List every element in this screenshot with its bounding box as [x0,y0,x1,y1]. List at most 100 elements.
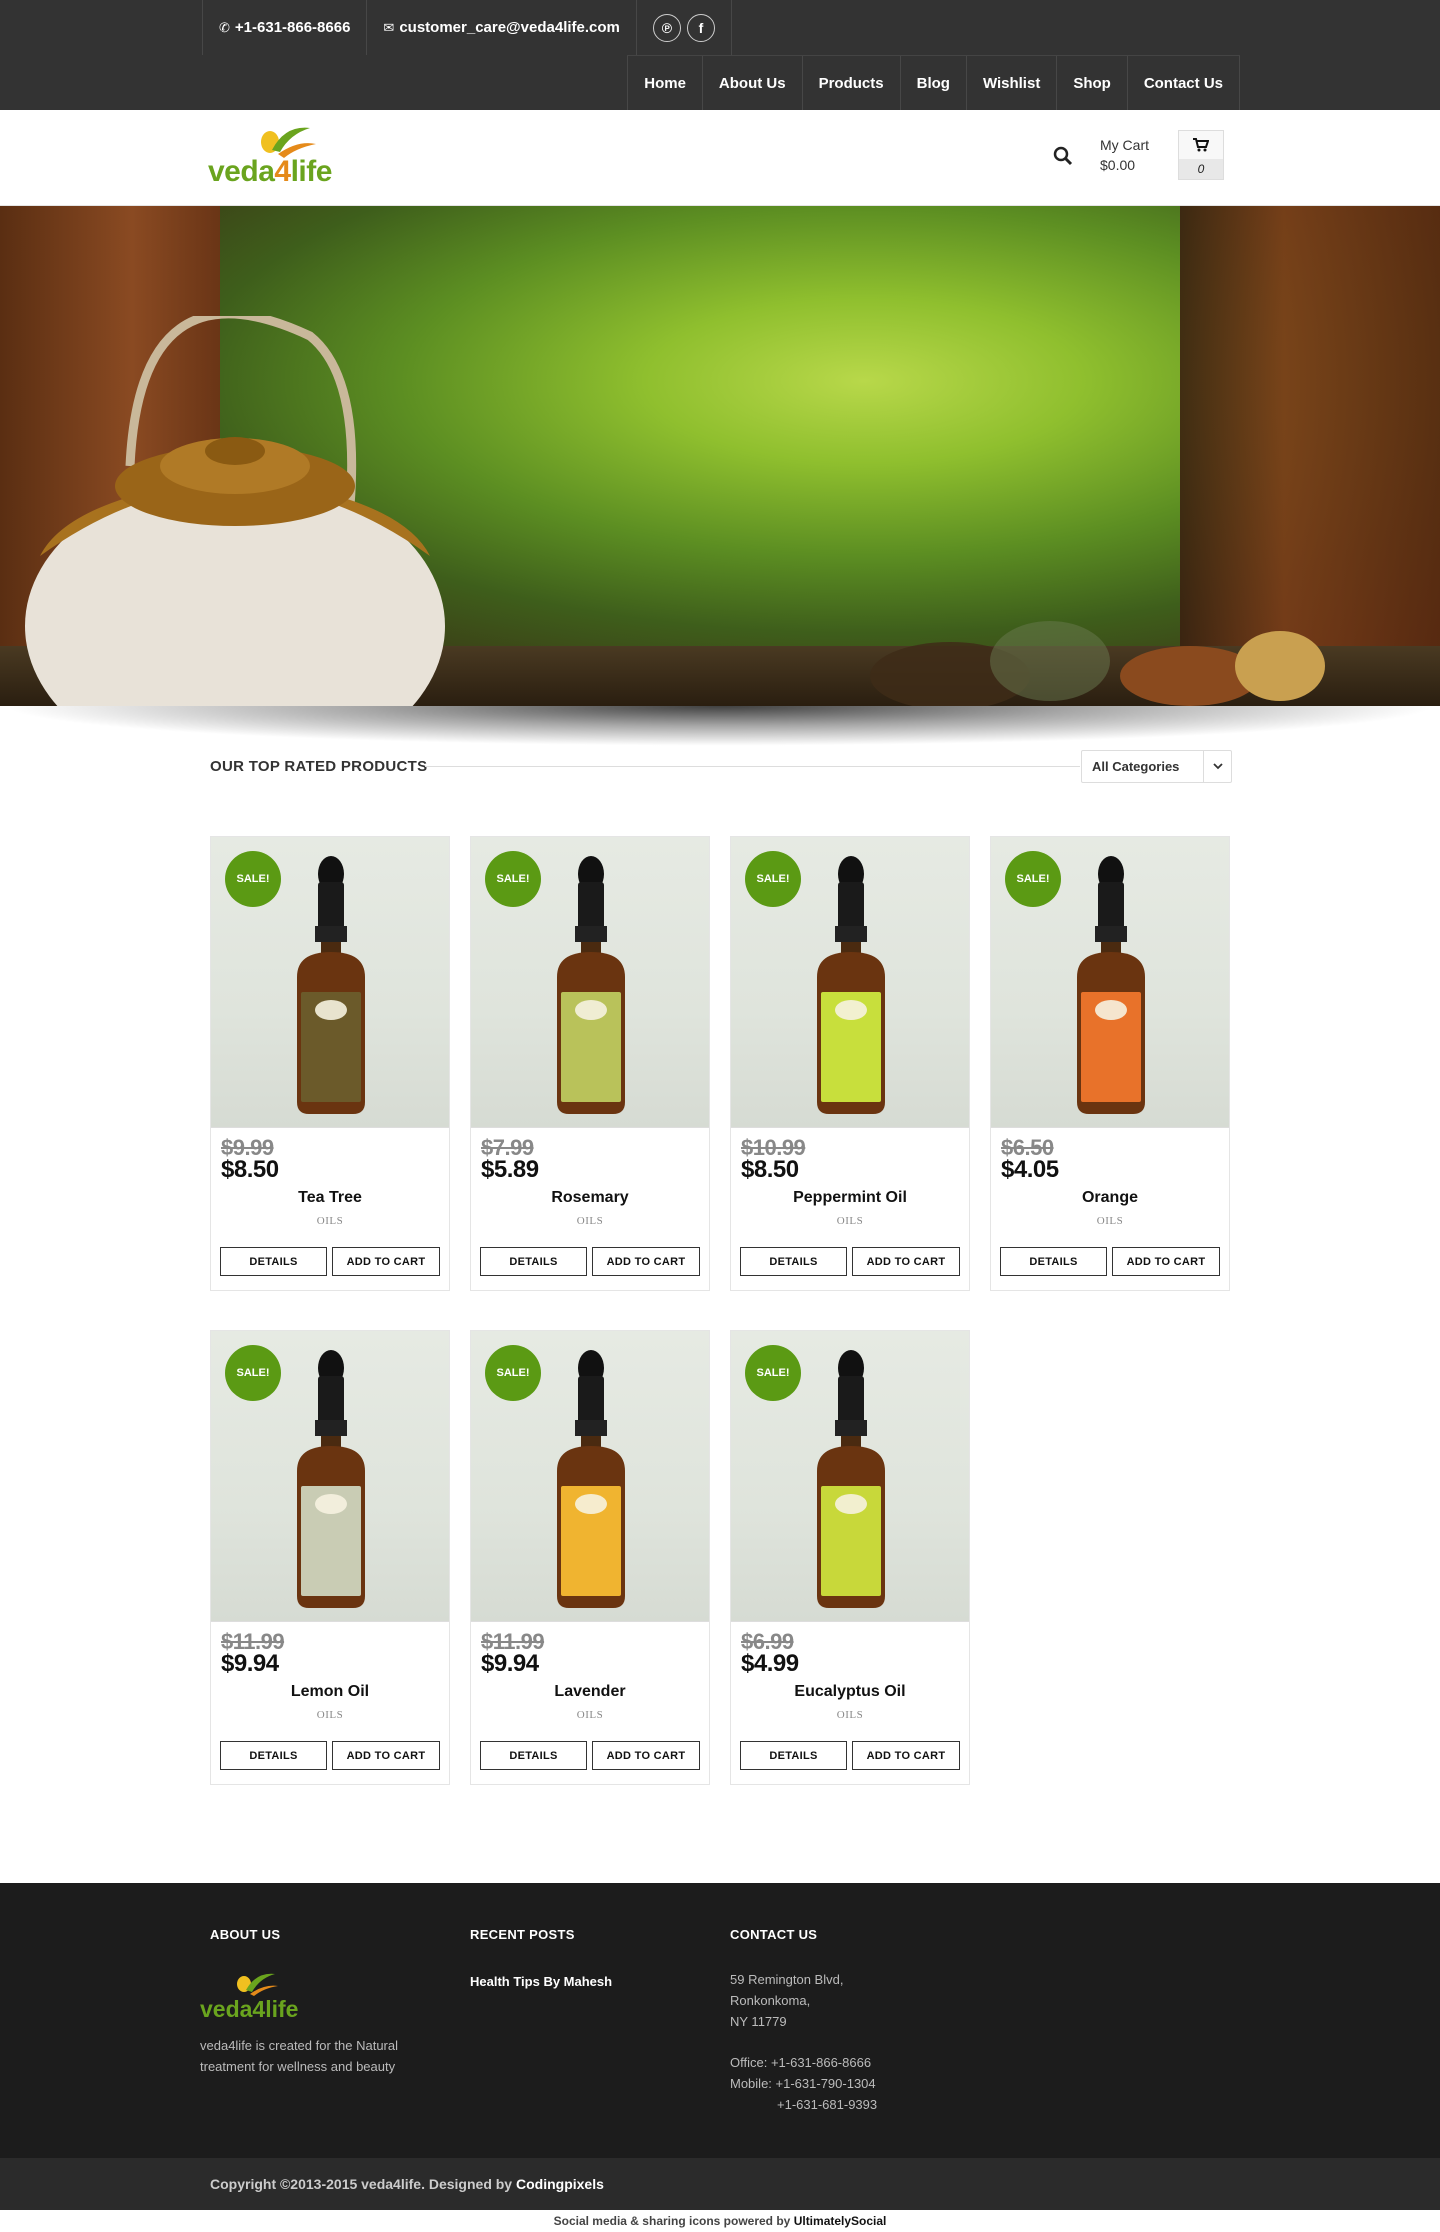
footer-logo-text: veda4life [200,1996,299,2022]
oil-bottle-image [557,856,625,1114]
mini-cart[interactable]: My Cart $0.00 [1100,135,1149,175]
sale-price: $9.94 [221,1650,279,1677]
sale-badge: SALE! [485,1345,541,1401]
product-name[interactable]: Eucalyptus Oil [731,1683,969,1701]
sale-price: $8.50 [741,1156,799,1183]
hero-banner [0,206,1440,706]
add-to-cart-button[interactable]: ADD TO CART [852,1247,960,1276]
product-category[interactable]: OILS [471,1215,709,1227]
sale-price: $8.50 [221,1156,279,1183]
nav-wishlist[interactable]: Wishlist [965,56,1056,110]
nav-blog[interactable]: Blog [899,56,966,110]
product-name[interactable]: Orange [991,1189,1229,1207]
product-name[interactable]: Lavender [471,1683,709,1701]
recent-post-link[interactable]: Health Tips By Mahesh [470,1974,612,1989]
nav-home[interactable]: Home [627,56,702,110]
clay-pot-image [25,316,445,706]
cart-icon [1193,138,1209,152]
cart-total: $0.00 [1100,157,1136,173]
details-button[interactable]: DETAILS [480,1741,587,1770]
address-line-2: Ronkonkoma, [730,1993,811,2008]
details-button[interactable]: DETAILS [740,1247,847,1276]
add-to-cart-button[interactable]: ADD TO CART [592,1247,700,1276]
add-to-cart-button[interactable]: ADD TO CART [852,1741,960,1770]
logo-text: veda4life [208,155,332,188]
nav-about-us[interactable]: About Us [701,56,802,110]
sale-price: $9.94 [481,1650,539,1677]
product-image[interactable]: SALE! [211,1331,449,1622]
social-links: ℗ f [635,0,732,55]
email-contact[interactable]: ✉ customer_care@veda4life.com [366,0,635,55]
product-category[interactable]: OILS [731,1215,969,1227]
product-card[interactable]: SALE! $9.99 $8.50 Tea Tree OILS DETAILS ADD TO… [210,836,450,1291]
mobile-phone: Mobile: +1-631-790-1304 [730,2076,876,2091]
footer-about-title: ABOUT US [210,1927,281,1942]
powered-link[interactable]: UltimatelySocial [794,2214,887,2228]
product-image[interactable]: SALE! [991,837,1229,1128]
details-button[interactable]: DETAILS [740,1741,847,1770]
product-category[interactable]: OILS [991,1215,1229,1227]
product-card[interactable]: SALE! $11.99 $9.94 Lavender OILS DETAILS ADD T… [470,1330,710,1785]
product-category[interactable]: OILS [211,1709,449,1721]
product-category[interactable]: OILS [211,1215,449,1227]
add-to-cart-button[interactable]: ADD TO CART [332,1247,440,1276]
footer-contact-title: CONTACT US [730,1927,818,1942]
facebook-icon[interactable]: f [686,13,715,42]
chevron-down-icon [1203,751,1231,782]
product-card[interactable]: SALE! $6.99 $4.99 Eucalyptus Oil OILS DETAILS… [730,1330,970,1785]
search-icon[interactable] [1052,145,1074,167]
add-to-cart-button[interactable]: ADD TO CART [1112,1247,1220,1276]
product-image[interactable]: SALE! [731,837,969,1128]
phone-contact[interactable]: ✆ +1-631-866-8666 [202,0,366,55]
category-select[interactable]: All Categories [1081,750,1232,783]
footer-about-text-2: treatment for wellness and beauty [200,2059,396,2074]
logo-mark-icon [237,1973,278,1996]
phone-number: +1-631-866-8666 [234,19,351,36]
cart-count: 0 [1179,159,1223,179]
details-button[interactable]: DETAILS [220,1741,327,1770]
powered-text: Social media & sharing icons powered by [553,2214,791,2228]
product-card[interactable]: SALE! $6.50 $4.05 Orange OILS DETAILS ADD TO C… [990,836,1230,1291]
add-to-cart-button[interactable]: ADD TO CART [592,1741,700,1770]
site-logo[interactable]: veda4life [208,120,348,195]
main-nav: Home About Us Products Blog Wishlist Sho… [627,55,1240,110]
nav-products[interactable]: Products [801,56,900,110]
product-image[interactable]: SALE! [471,837,709,1128]
footer-contact: CONTACT US 59 Remington Blvd, Ronkonkoma… [730,1927,877,2115]
copyright-text: Copyright ©2013-2015 veda4life. Designed… [210,2176,513,2192]
product-card[interactable]: SALE! $11.99 $9.94 Lemon Oil OILS DETAILS ADD … [210,1330,450,1785]
details-button[interactable]: DETAILS [1000,1247,1107,1276]
product-card[interactable]: SALE! $10.99 $8.50 Peppermint Oil OILS DETAIL… [730,836,970,1291]
oil-bottle-image [557,1350,625,1608]
product-name[interactable]: Lemon Oil [211,1683,449,1701]
product-image[interactable]: SALE! [731,1331,969,1622]
product-category[interactable]: OILS [471,1709,709,1721]
product-card[interactable]: SALE! $7.99 $5.89 Rosemary OILS DETAILS ADD TO… [470,836,710,1291]
nav-shop[interactable]: Shop [1056,56,1127,110]
cart-button[interactable]: 0 [1178,130,1224,180]
product-name[interactable]: Peppermint Oil [731,1189,969,1207]
phone-icon: ✆ [219,19,230,35]
product-image[interactable]: SALE! [471,1331,709,1622]
details-button[interactable]: DETAILS [220,1247,327,1276]
office-phone: Office: +1-631-866-8666 [730,2055,872,2070]
footer-about-text: veda4life is created for the Natural [200,2038,398,2053]
sale-badge: SALE! [745,851,801,907]
top-bar: ✆ +1-631-866-8666 ✉ customer_care@veda4l… [0,0,1440,110]
pinterest-icon[interactable]: ℗ [652,13,681,42]
address-line-3: NY 11779 [730,2014,787,2029]
sale-price: $4.05 [1001,1156,1059,1183]
footer-recent-posts: RECENT POSTS Health Tips By Mahesh [470,1927,612,1989]
product-name[interactable]: Tea Tree [211,1189,449,1207]
add-to-cart-button[interactable]: ADD TO CART [332,1741,440,1770]
details-button[interactable]: DETAILS [480,1247,587,1276]
designer-link[interactable]: Codingpixels [516,2176,604,2192]
contact-strip: ✆ +1-631-866-8666 ✉ customer_care@veda4l… [202,0,732,55]
oil-bottle-image [297,1350,365,1608]
product-category[interactable]: OILS [731,1709,969,1721]
product-name[interactable]: Rosemary [471,1189,709,1207]
category-select-value: All Categories [1092,759,1180,774]
nav-contact-us[interactable]: Contact Us [1126,56,1240,110]
footer-about: ABOUT US [210,1927,280,1942]
product-image[interactable]: SALE! [211,837,449,1128]
